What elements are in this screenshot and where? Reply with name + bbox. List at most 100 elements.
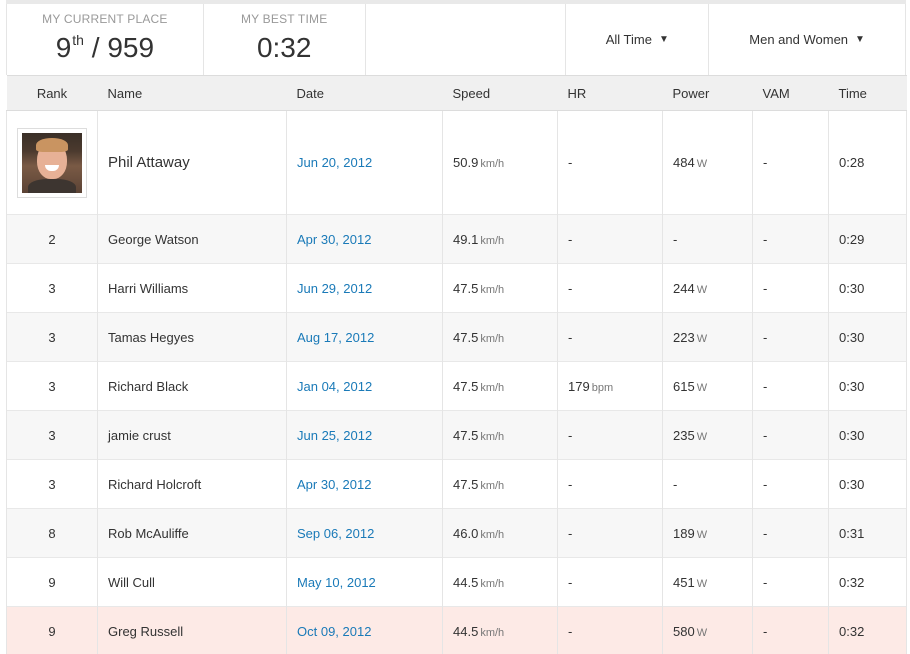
power-unit: W	[696, 626, 708, 639]
column-header-vam[interactable]: VAM	[752, 75, 829, 111]
column-header-name[interactable]: Name	[97, 75, 287, 111]
power-value: 615	[673, 378, 695, 394]
leader-row: Phil Attaway Jun 20, 2012 50.9 km/h - 484…	[6, 110, 907, 215]
hr-cell: -	[557, 557, 663, 607]
vam-cell: -	[752, 459, 829, 509]
effort-date-link[interactable]: Jun 29, 2012	[297, 281, 372, 296]
speed-unit: km/h	[480, 430, 505, 443]
power-unit: W	[696, 332, 708, 345]
hr-cell: -	[557, 312, 663, 362]
best-time-value: 0:32	[256, 32, 312, 63]
table-row: 3 jamie crust Jun 25, 2012 47.5 km/h -235 W -0:…	[6, 410, 907, 460]
speed-cell: 49.1 km/h	[442, 214, 558, 264]
table-row: 2 George Watson Apr 30, 2012 49.1 km/h - - -0:2…	[6, 214, 907, 264]
table-row: 3 Tamas Hegyes Aug 17, 2012 47.5 km/h -223 W -0…	[6, 312, 907, 362]
table-header: Rank Name Date Speed HR Power VAM Time	[6, 75, 907, 111]
speed-value: 50.9	[453, 155, 479, 170]
my-effort-row: 9 Greg Russell Oct 09, 2012 44.5 km/h -580 W -0…	[6, 606, 907, 654]
effort-date-link[interactable]: Aug 17, 2012	[297, 330, 374, 345]
rank-cell: 3	[6, 459, 98, 509]
athlete-name[interactable]: Harri Williams	[97, 263, 287, 313]
speed-cell: 50.9 km/h	[442, 110, 558, 215]
column-header-speed[interactable]: Speed	[442, 75, 558, 111]
speed-unit: km/h	[480, 577, 505, 590]
athlete-name[interactable]: Phil Attaway	[97, 110, 287, 215]
effort-date-cell: Jan 04, 2012	[286, 361, 443, 411]
effort-date-link[interactable]: Apr 30, 2012	[297, 232, 371, 247]
speed-cell: 46.0 km/h	[442, 508, 558, 558]
column-header-power[interactable]: Power	[662, 75, 753, 111]
vam-cell: -	[752, 361, 829, 411]
place-number: 9	[55, 32, 72, 63]
speed-unit: km/h	[480, 158, 505, 170]
best-time-label: MY BEST TIME	[240, 12, 328, 26]
speed-value: 47.5	[453, 378, 479, 394]
vam-cell: -	[752, 263, 829, 313]
vam-cell: -	[752, 110, 829, 215]
rank-cell: 3	[6, 263, 98, 313]
effort-date-link[interactable]: Sep 06, 2012	[297, 526, 374, 541]
hr-cell: 179 bpm	[557, 361, 663, 411]
effort-date-cell: Apr 30, 2012	[286, 214, 443, 264]
speed-cell: 47.5 km/h	[442, 459, 558, 509]
hr-cell: -	[557, 110, 663, 215]
time-cell: 0:29	[828, 214, 907, 264]
power-cell: 189 W	[662, 508, 753, 558]
vam-cell: -	[752, 557, 829, 607]
power-unit: W	[696, 577, 708, 590]
power-value: 580	[673, 623, 695, 639]
athlete-name[interactable]: Rob McAuliffe	[97, 508, 287, 558]
speed-cell: 44.5 km/h	[442, 606, 558, 654]
hr-cell: -	[557, 606, 663, 654]
effort-date-cell: Oct 09, 2012	[286, 606, 443, 654]
athlete-name[interactable]: Richard Holcroft	[97, 459, 287, 509]
column-header-time[interactable]: Time	[828, 75, 907, 111]
gender-filter-dropdown[interactable]: Men and Women ▼	[709, 4, 905, 75]
avatar[interactable]	[17, 127, 87, 198]
athlete-name[interactable]: Greg Russell	[97, 606, 287, 654]
power-cell: -	[662, 459, 753, 509]
power-cell: 451 W	[662, 557, 753, 607]
power-cell: 484 W	[662, 110, 753, 215]
time-cell: 0:32	[828, 557, 907, 607]
speed-cell: 47.5 km/h	[442, 263, 558, 313]
time-filter-dropdown[interactable]: All Time ▼	[566, 4, 710, 75]
effort-date-link[interactable]: Jan 04, 2012	[297, 379, 372, 394]
athlete-name[interactable]: Richard Black	[97, 361, 287, 411]
effort-date-link[interactable]: May 10, 2012	[297, 575, 376, 590]
effort-date-cell: Aug 17, 2012	[286, 312, 443, 362]
leaderboard-table: Rank Name Date Speed HR Power VAM Time P…	[6, 75, 907, 654]
effort-date-link[interactable]: Jun 20, 2012	[297, 155, 372, 170]
athlete-name[interactable]: Tamas Hegyes	[97, 312, 287, 362]
speed-value: 47.5	[453, 329, 479, 345]
power-value: 235	[673, 427, 695, 443]
speed-value: 47.5	[453, 427, 479, 443]
effort-date-link[interactable]: Oct 09, 2012	[297, 624, 371, 639]
place-total: / 959	[91, 32, 155, 63]
power-cell: 235 W	[662, 410, 753, 460]
athlete-name[interactable]: jamie crust	[97, 410, 287, 460]
vam-cell: -	[752, 508, 829, 558]
effort-date-cell: Sep 06, 2012	[286, 508, 443, 558]
hr-cell: -	[557, 410, 663, 460]
time-cell: 0:30	[828, 459, 907, 509]
time-cell: 0:32	[828, 606, 907, 654]
speed-unit: km/h	[480, 528, 505, 541]
effort-date-link[interactable]: Apr 30, 2012	[297, 477, 371, 492]
column-header-date[interactable]: Date	[286, 75, 443, 111]
time-cell: 0:30	[828, 410, 907, 460]
best-time: MY BEST TIME 0:32	[204, 4, 366, 75]
athlete-name[interactable]: George Watson	[97, 214, 287, 264]
table-row: 8 Rob McAuliffe Sep 06, 2012 46.0 km/h -189 W -…	[6, 508, 907, 558]
column-header-hr[interactable]: HR	[557, 75, 663, 111]
leader-avatar-cell	[6, 110, 98, 215]
power-value: 451	[673, 574, 695, 590]
rank-cell: 8	[6, 508, 98, 558]
column-header-rank[interactable]: Rank	[6, 75, 98, 111]
power-value: 244	[673, 280, 695, 296]
hr-cell: -	[557, 459, 663, 509]
hr-value: 179	[568, 378, 590, 394]
athlete-name[interactable]: Will Cull	[97, 557, 287, 607]
time-cell: 0:30	[828, 312, 907, 362]
effort-date-link[interactable]: Jun 25, 2012	[297, 428, 372, 443]
